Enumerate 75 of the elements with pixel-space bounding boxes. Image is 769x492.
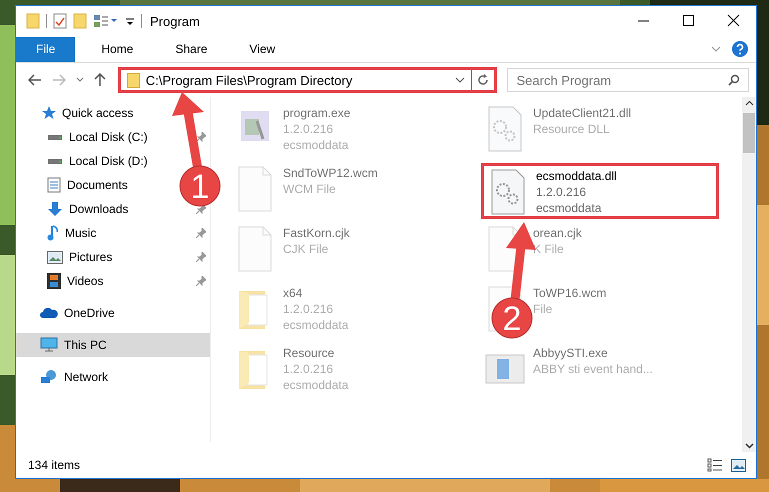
ribbon-tab[interactable]: Home (85, 36, 150, 62)
file-name: ToWP16.wcm (533, 285, 606, 301)
sidebar-item[interactable]: Music (16, 221, 98, 245)
step-badge-tooltip: 1 (180, 166, 220, 206)
sidebar-item[interactable]: Quick access (16, 101, 210, 125)
up-arrow-icon[interactable] (94, 73, 106, 87)
file-detail: 1.2.0.216 (283, 361, 334, 377)
sidebar-item[interactable]: Pictures (16, 245, 114, 269)
sidebar-item[interactable]: Network (16, 365, 210, 389)
sidebar-item[interactable]: Local Disk (D:) (16, 149, 150, 173)
sidebar-item[interactable]: Local Disk (C:) (16, 125, 150, 149)
search-icon (728, 74, 740, 86)
file-name: x64 (283, 285, 304, 301)
file-detail: ABBY sti event hand... (533, 361, 653, 377)
pin-icon[interactable] (196, 132, 206, 142)
file-detail: 1.2.0.216 (283, 121, 334, 137)
download-arrow-icon (47, 201, 63, 217)
ribbon-tab[interactable]: Share (159, 36, 224, 62)
step-badge-tooltip: 2 (492, 298, 532, 338)
drive-icon (47, 158, 63, 164)
details-view-icon[interactable] (707, 458, 723, 472)
address-path: C:\Program Files\Program Directory (146, 72, 354, 88)
ribbon-tab[interactable]: File (16, 36, 76, 62)
recent-dropdown-icon[interactable] (76, 77, 84, 83)
sidebar-item[interactable]: OneDrive (16, 301, 210, 325)
file-name: AbbyySTI.exe (533, 345, 609, 361)
highlighted-file-item[interactable]: ecsmoddata.dll 1.2.0.216 ecsmoddata (481, 163, 719, 219)
cloud-icon (40, 307, 58, 319)
file-detail: File (533, 301, 554, 317)
item-count: 134 items (28, 458, 80, 472)
file-name: UpdateClient21.dll (533, 105, 632, 121)
pin-icon[interactable] (196, 204, 206, 214)
search-field[interactable]: Search Program (507, 68, 750, 92)
file-detail: CJK File (283, 241, 330, 257)
file-name: orean.cjk (533, 225, 582, 241)
pin-icon[interactable] (196, 276, 206, 286)
address-bar[interactable]: C:\Program Files\Program Directory (118, 67, 498, 93)
file-detail: ecsmoddata (283, 137, 350, 153)
dropdown-caret-icon[interactable] (455, 76, 466, 84)
pin-icon[interactable] (196, 228, 206, 238)
pin-icon[interactable] (196, 252, 206, 262)
file-detail: 1.2.0.216 (536, 184, 588, 200)
chevron-down-icon[interactable] (710, 44, 722, 54)
file-detail: WCM File (283, 181, 337, 197)
sidebar-item[interactable]: Videos (16, 269, 106, 293)
file-detail: ecsmoddata (283, 317, 348, 333)
file-name: ecsmoddata.dll (536, 168, 617, 184)
folder-icon (126, 72, 140, 88)
file-name: FastKorn.cjk (283, 225, 350, 241)
monitor-icon (40, 337, 58, 353)
star-icon (40, 105, 56, 121)
file-name: Resource (283, 345, 336, 361)
large-icons-view-icon[interactable] (731, 458, 746, 472)
drive-icon (47, 134, 63, 140)
document-icon (47, 177, 61, 193)
scrollbar-thumb[interactable] (743, 113, 755, 153)
music-note-icon (47, 225, 59, 241)
properties-icon[interactable] (53, 13, 67, 29)
picture-frame-icon (47, 250, 63, 264)
film-strip-icon (47, 273, 61, 289)
sidebar-item[interactable]: Downloads (16, 197, 130, 221)
help-icon[interactable] (732, 41, 748, 57)
ribbon-tab[interactable]: View (233, 36, 292, 62)
file-name: SndToWP12.wcm (283, 165, 378, 181)
file-detail: 1.2.0.216 (283, 301, 334, 317)
network-icon (40, 369, 58, 385)
file-name: program.exe (283, 105, 350, 121)
sidebar-item[interactable]: This PC (16, 333, 210, 357)
file-detail: ecsmoddata (283, 377, 348, 393)
view-dropdown-icon[interactable] (93, 13, 119, 29)
back-arrow-icon[interactable] (28, 74, 42, 86)
file-detail: ecsmoddata (536, 200, 602, 216)
sidebar-item[interactable]: Documents (16, 173, 130, 197)
file-detail: Resource DLL (533, 121, 611, 137)
window-title: Program (150, 14, 200, 28)
